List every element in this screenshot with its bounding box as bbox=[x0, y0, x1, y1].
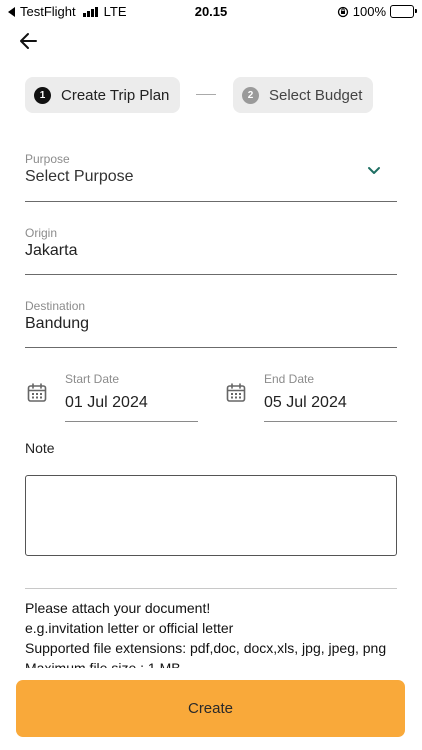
purpose-value: Select Purpose bbox=[25, 168, 134, 185]
origin-label: Origin bbox=[25, 226, 58, 240]
purpose-dropdown[interactable]: Purpose Select Purpose bbox=[25, 152, 397, 202]
purpose-label: Purpose bbox=[25, 152, 70, 166]
attachment-instructions: Please attach your document! e.g.invitat… bbox=[25, 598, 405, 670]
end-date-field[interactable]: End Date 05 Jul 2024 bbox=[264, 372, 397, 422]
back-button[interactable] bbox=[14, 28, 44, 54]
destination-value: Bandung bbox=[25, 315, 90, 332]
step-label: Select Budget bbox=[269, 86, 363, 104]
end-date-value: 05 Jul 2024 bbox=[264, 394, 347, 411]
attachment-line: e.g.invitation letter or official letter bbox=[25, 620, 234, 636]
step-create-trip-plan[interactable]: 1 Create Trip Plan bbox=[25, 77, 180, 113]
origin-field[interactable]: Origin Jakarta bbox=[25, 226, 397, 275]
battery-icon bbox=[390, 5, 417, 18]
origin-value: Jakarta bbox=[25, 242, 78, 259]
create-button[interactable]: Create bbox=[16, 680, 405, 737]
section-divider bbox=[25, 588, 397, 589]
end-date-label: End Date bbox=[264, 372, 315, 386]
arrow-left-icon bbox=[20, 33, 37, 49]
destination-label: Destination bbox=[25, 299, 86, 313]
status-bar: TestFlight LTE 20.15 100% bbox=[0, 0, 422, 22]
step-label: Create Trip Plan bbox=[61, 86, 170, 104]
calendar-icon[interactable] bbox=[225, 382, 247, 404]
start-date-value: 01 Jul 2024 bbox=[65, 394, 148, 411]
note-label: Note bbox=[25, 440, 55, 456]
step-connector bbox=[196, 94, 216, 95]
step-number: 1 bbox=[34, 86, 51, 104]
attachment-line: Supported file extensions: pdf,doc, docx… bbox=[25, 640, 387, 656]
step-number: 2 bbox=[242, 86, 259, 104]
step-select-budget[interactable]: 2 Select Budget bbox=[233, 77, 373, 113]
calendar-icon[interactable] bbox=[26, 382, 48, 404]
orientation-lock-icon bbox=[337, 6, 348, 17]
note-textarea[interactable] bbox=[25, 475, 397, 556]
battery-percent: 100% bbox=[352, 4, 386, 19]
chevron-down-icon[interactable] bbox=[367, 166, 381, 176]
attachment-line: Please attach your document! bbox=[25, 600, 211, 616]
start-date-label: Start Date bbox=[65, 372, 120, 386]
start-date-field[interactable]: Start Date 01 Jul 2024 bbox=[65, 372, 198, 422]
status-right: 100% bbox=[337, 4, 417, 19]
destination-field[interactable]: Destination Bandung bbox=[25, 299, 397, 348]
